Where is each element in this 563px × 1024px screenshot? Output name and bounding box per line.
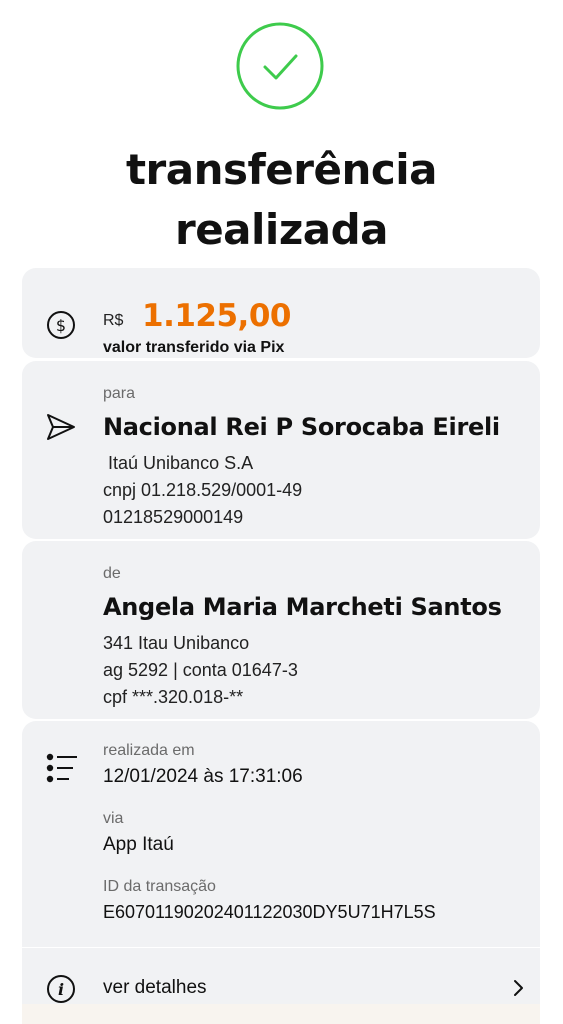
success-check-icon — [236, 22, 324, 110]
bottom-edge — [22, 1004, 540, 1024]
sender-document: cpf ***.320.018-** — [103, 687, 244, 707]
currency-label: R$ — [103, 312, 124, 329]
recipient-card: para Nacional Rei P Sorocaba Eireli Itaú… — [22, 361, 540, 539]
page-title: transferência realizada — [0, 140, 563, 260]
sender-name: Angela Maria Marcheti Santos — [103, 593, 502, 621]
info-icon: i — [46, 974, 76, 1004]
sender-bank: 341 Itau Unibanco — [103, 633, 250, 653]
sender-account: ag 5292 | conta 01647-3 — [103, 660, 298, 680]
transaction-id-value: E60701190202401122030DY5U71H7L5S — [103, 902, 436, 922]
send-icon — [46, 413, 76, 441]
view-details-button[interactable]: i ver detalhes — [22, 948, 540, 1004]
date-label: realizada em — [103, 742, 195, 759]
title-line-1: transferência — [125, 145, 438, 194]
view-details-label: ver detalhes — [103, 977, 207, 998]
recipient-document: cnpj 01.218.529/0001-49 — [103, 480, 303, 500]
svg-text:i: i — [58, 980, 64, 999]
recipient-label: para — [103, 385, 136, 402]
sender-card: de Angela Maria Marcheti Santos 341 Itau… — [22, 541, 540, 719]
via-value: App Itaú — [103, 834, 174, 855]
recipient-key: 01218529000149 — [103, 507, 244, 527]
amount-card: $ R$ 1.125,00 valor transferido via Pix — [22, 268, 540, 358]
transaction-info-card: realizada em 12/01/2024 às 17:31:06 via … — [22, 721, 540, 947]
transaction-id-label: ID da transação — [103, 878, 216, 895]
amount-caption: valor transferido via Pix — [103, 339, 285, 356]
recipient-bank: Itaú Unibanco S.A — [103, 453, 254, 473]
via-label: via — [103, 810, 124, 827]
title-line-2: realizada — [174, 205, 389, 254]
sender-label: de — [103, 565, 121, 582]
dollar-circle-icon: $ — [46, 310, 76, 340]
date-value: 12/01/2024 às 17:31:06 — [103, 766, 303, 787]
list-icon — [46, 753, 78, 783]
recipient-name: Nacional Rei P Sorocaba Eireli — [103, 413, 500, 441]
chevron-right-icon — [512, 979, 524, 1002]
svg-text:$: $ — [56, 316, 66, 335]
amount-value: 1.125,00 — [142, 298, 291, 334]
